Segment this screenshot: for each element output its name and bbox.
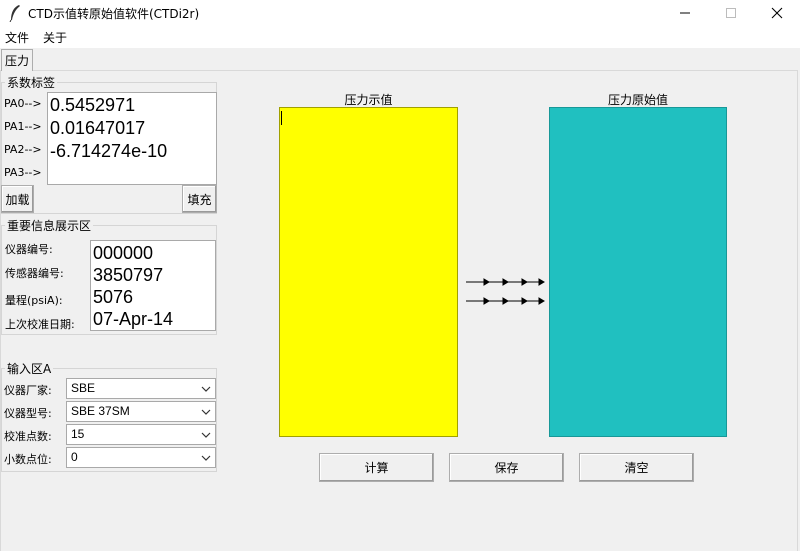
maximize-button[interactable] bbox=[708, 0, 754, 26]
decimal-places-label: 小数点位: bbox=[4, 453, 52, 466]
chevron-down-icon bbox=[201, 455, 211, 461]
pa1-value: 0.01647017 bbox=[50, 118, 146, 138]
model-label: 仪器型号: bbox=[4, 407, 52, 420]
pressure-display-label: 压力示值 bbox=[344, 93, 393, 107]
calibration-date-value: 07-Apr-14 bbox=[93, 309, 174, 329]
load-button[interactable]: 加载 bbox=[1, 185, 34, 213]
coefficients-group-title: 系数标签 bbox=[5, 74, 58, 91]
manufacturer-select-value: SBE bbox=[71, 381, 96, 395]
calibration-points-select-value: 15 bbox=[71, 427, 85, 441]
decimal-places-select[interactable]: 0 bbox=[66, 447, 216, 468]
info-text-area[interactable]: 000000 3850797 5076 07-Apr-14 bbox=[90, 240, 216, 331]
close-button[interactable] bbox=[754, 0, 800, 26]
pa0-value: 0.5452971 bbox=[50, 95, 136, 115]
clear-button[interactable]: 清空 bbox=[579, 453, 694, 482]
minimize-button[interactable] bbox=[662, 0, 708, 26]
right-arrow-icon bbox=[466, 278, 545, 286]
title-bar: CTD示值转原始值软件(CTDi2r) bbox=[0, 0, 800, 26]
pa3-label: PA3--> bbox=[4, 166, 42, 179]
calibration-date-label: 上次校准日期: bbox=[5, 318, 75, 331]
chevron-down-icon bbox=[201, 409, 211, 415]
menu-file[interactable]: 文件 bbox=[5, 29, 29, 46]
close-icon bbox=[771, 7, 783, 19]
decimal-places-select-value: 0 bbox=[71, 450, 78, 464]
maximize-icon bbox=[726, 8, 736, 18]
pa2-value: -6.714274e-10 bbox=[50, 141, 168, 161]
fill-button[interactable]: 填充 bbox=[182, 185, 217, 213]
range-label: 量程(psiA): bbox=[5, 294, 63, 307]
input-group-title: 输入区A bbox=[5, 360, 54, 377]
text-cursor bbox=[281, 111, 282, 125]
pa1-label: PA1--> bbox=[4, 120, 42, 133]
tab-pressure[interactable]: 压力 bbox=[1, 49, 33, 71]
pressure-raw-output-area[interactable] bbox=[549, 107, 727, 437]
menu-bar: 文件 关于 bbox=[0, 26, 800, 48]
manufacturer-select[interactable]: SBE bbox=[66, 378, 216, 399]
coefficients-text-area[interactable]: 0.5452971 0.01647017 -6.714274e-10 bbox=[47, 92, 217, 185]
instrument-id-label: 仪器编号: bbox=[5, 243, 53, 256]
right-arrow-icon bbox=[466, 297, 545, 305]
arrow-row-1 bbox=[465, 276, 545, 288]
sensor-id-label: 传感器编号: bbox=[5, 267, 64, 280]
chevron-down-icon bbox=[201, 432, 211, 438]
chevron-down-icon bbox=[201, 386, 211, 392]
model-select-value: SBE 37SM bbox=[71, 404, 130, 418]
pressure-display-input-area[interactable] bbox=[279, 107, 458, 437]
pressure-raw-label: 压力原始值 bbox=[607, 93, 668, 107]
calibration-points-select[interactable]: 15 bbox=[66, 424, 216, 445]
calibration-points-label: 校准点数: bbox=[4, 430, 52, 443]
menu-about[interactable]: 关于 bbox=[43, 29, 67, 46]
model-select[interactable]: SBE 37SM bbox=[66, 401, 216, 422]
manufacturer-label: 仪器厂家: bbox=[4, 384, 52, 397]
feather-icon bbox=[8, 4, 22, 23]
window-title: CTD示值转原始值软件(CTDi2r) bbox=[28, 7, 200, 21]
arrow-row-2 bbox=[465, 295, 545, 307]
save-button[interactable]: 保存 bbox=[449, 453, 564, 482]
pa2-label: PA2--> bbox=[4, 143, 42, 156]
sensor-id-value: 3850797 bbox=[93, 265, 164, 285]
range-value: 5076 bbox=[93, 287, 134, 307]
pa0-label: PA0--> bbox=[4, 97, 42, 110]
compute-button[interactable]: 计算 bbox=[319, 453, 434, 482]
info-group-title: 重要信息展示区 bbox=[5, 217, 94, 234]
instrument-id-value: 000000 bbox=[93, 243, 154, 263]
minimize-icon bbox=[680, 12, 690, 14]
